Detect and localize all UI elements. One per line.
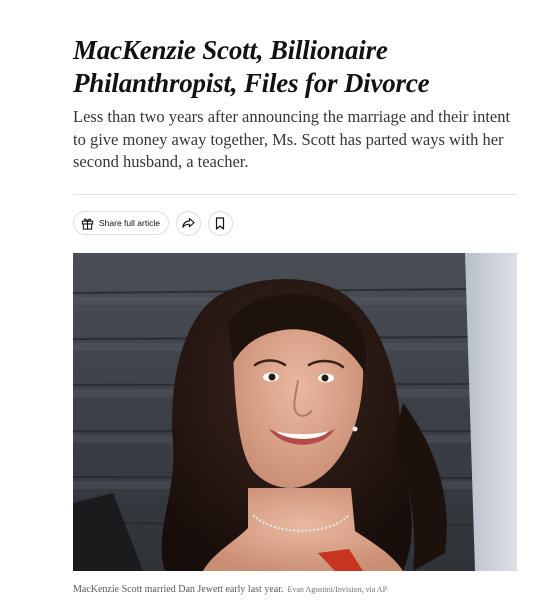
share-full-article-button[interactable]: Share full article: [73, 211, 169, 235]
share-full-article-label: Share full article: [99, 218, 160, 228]
save-button[interactable]: [207, 210, 233, 236]
gift-icon: [81, 217, 94, 230]
divider: [73, 194, 517, 195]
article: MacKenzie Scott, Billionaire Philanthrop…: [73, 0, 517, 600]
portrait-illustration: [73, 253, 517, 571]
article-photo: [73, 253, 517, 571]
article-summary: Less than two years after announcing the…: [73, 107, 511, 171]
bookmark-icon: [215, 216, 225, 230]
share-arrow-icon: [182, 217, 195, 229]
headline-line-2: Philanthropist, Files for Divorce: [73, 68, 430, 98]
photo-credit: Evan Agostini/Invision, via AP: [287, 585, 388, 594]
headline-line-1: MacKenzie Scott, Billionaire: [73, 35, 388, 65]
headline: MacKenzie Scott, Billionaire Philanthrop…: [73, 34, 517, 100]
photo-caption: MacKenzie Scott married Dan Jewett early…: [73, 584, 284, 595]
share-button[interactable]: [175, 210, 201, 236]
photo-caption-row: MacKenzie Scott married Dan Jewett early…: [73, 579, 517, 597]
share-toolbar: Share full article: [73, 210, 233, 236]
